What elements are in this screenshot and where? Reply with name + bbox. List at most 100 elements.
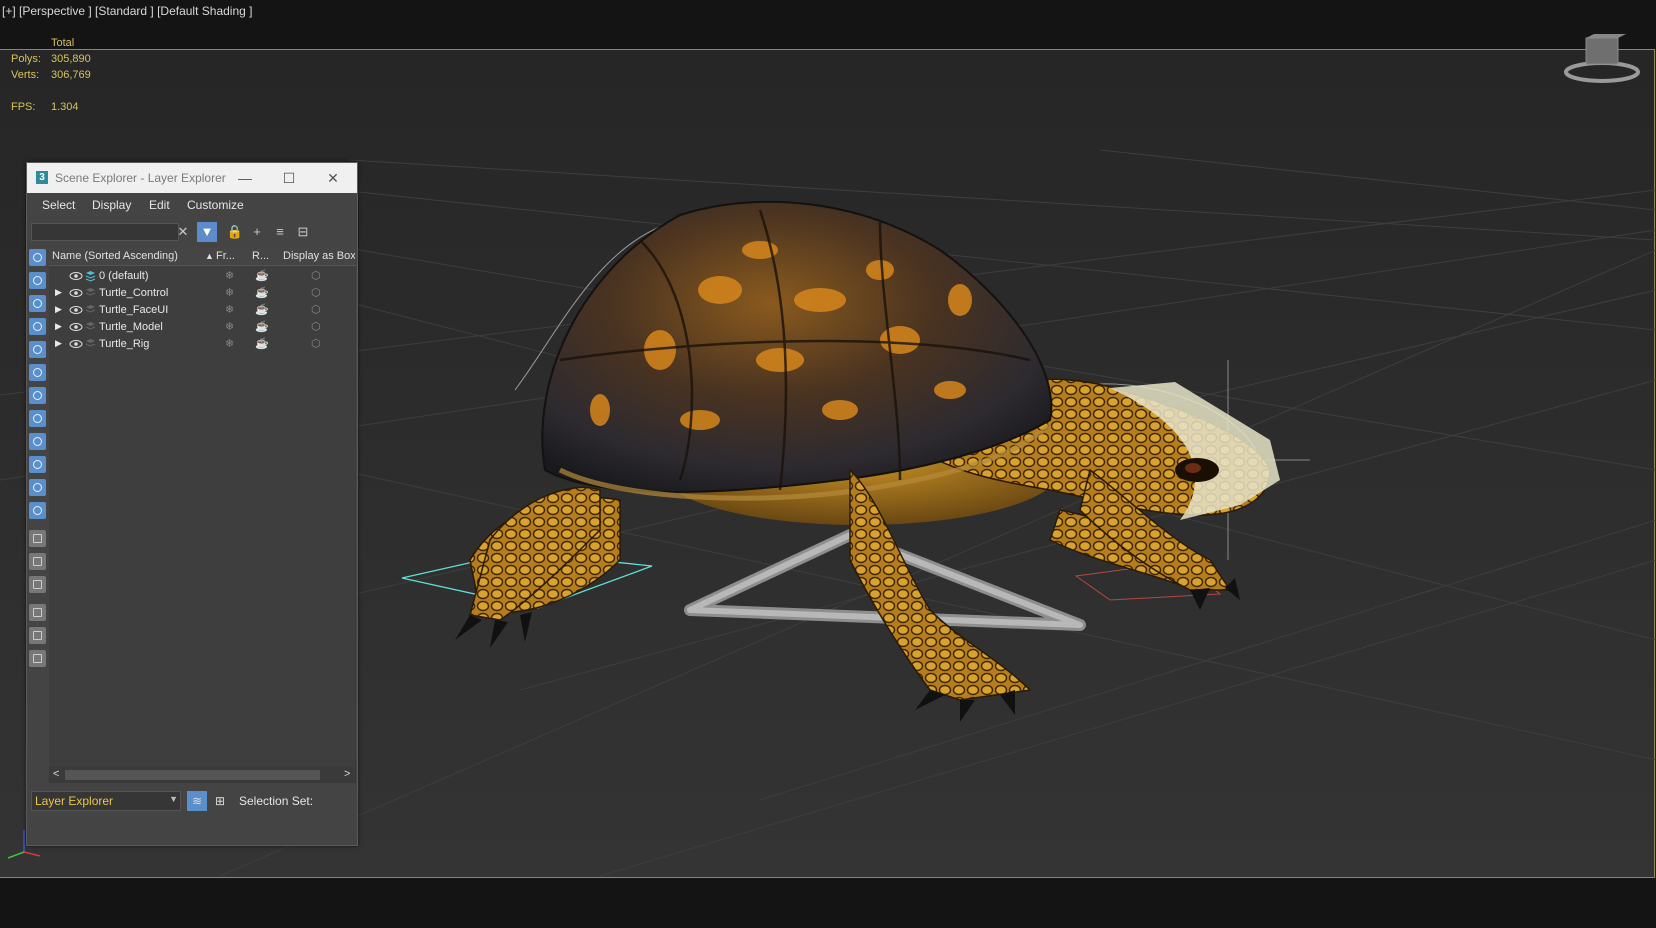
layer-icon (85, 339, 96, 347)
teapot-icon[interactable]: ☕ (255, 269, 269, 282)
snowflake-icon[interactable]: ❄ (225, 269, 234, 282)
eye-icon[interactable] (69, 286, 83, 300)
menu-display[interactable]: Display (92, 198, 131, 212)
scroll-right-icon[interactable]: > (344, 768, 350, 780)
lights-filter-icon[interactable] (29, 295, 46, 312)
layer-row[interactable]: ▶ Turtle_Model ❄ ☕ ⬡ (49, 319, 356, 336)
eye-icon[interactable] (69, 303, 83, 317)
horizontal-scrollbar[interactable]: < > (49, 767, 356, 783)
layer-row[interactable]: 0 (default) ❄ ☕ ⬡ (49, 268, 356, 285)
box-icon[interactable]: ⬡ (311, 320, 321, 333)
menu-customize[interactable]: Customize (187, 198, 244, 212)
display-invert-icon[interactable] (29, 576, 46, 593)
scene-explorer-window[interactable]: 3 Scene Explorer - Layer Explorer — ☐ ✕ … (26, 162, 358, 846)
box-icon[interactable]: ⬡ (311, 269, 321, 282)
groups-filter-icon[interactable] (29, 387, 46, 404)
minimize-button[interactable]: — (223, 163, 267, 193)
box-icon[interactable]: ⬡ (311, 337, 321, 350)
scroll-left-icon[interactable]: < (53, 768, 59, 780)
stats-verts: Verts: 306,769 (11, 69, 91, 81)
lock-icon[interactable]: 🔒 (225, 222, 245, 242)
layer-icon (85, 322, 96, 330)
display-all-icon[interactable] (29, 530, 46, 547)
window-title-bar[interactable]: 3 Scene Explorer - Layer Explorer — ☐ ✕ (27, 163, 357, 193)
scroll-thumb[interactable] (65, 770, 320, 780)
close-button[interactable]: ✕ (311, 163, 355, 193)
snowflake-icon[interactable]: ❄ (225, 320, 234, 333)
box-icon[interactable]: ⬡ (311, 286, 321, 299)
expand-arrow-icon[interactable]: ▶ (55, 304, 62, 315)
hierarchy-mode-icon[interactable]: ⊞ (210, 791, 230, 811)
expand-arrow-icon[interactable]: ▶ (55, 321, 62, 332)
layer-list[interactable]: Name (Sorted Ascending) ▲ Fr... R... Dis… (49, 247, 356, 767)
window-title: Scene Explorer - Layer Explorer (55, 171, 226, 185)
column-name[interactable]: Name (Sorted Ascending) (52, 250, 202, 262)
teapot-icon[interactable]: ☕ (255, 303, 269, 316)
polys-value: 305,890 (51, 53, 91, 65)
explorer-type-dropdown[interactable]: Layer Explorer ▼ (31, 791, 181, 811)
snowflake-icon[interactable]: ❄ (225, 303, 234, 316)
box-icon[interactable]: ⬡ (311, 303, 321, 316)
viewport-label[interactable]: [+] [Perspective ] [Standard ] [Default … (2, 4, 252, 18)
geometry-filter-icon[interactable] (29, 249, 46, 266)
fps-label: FPS: (11, 101, 36, 113)
layer-icon (85, 305, 96, 313)
maximize-button[interactable]: ☐ (267, 163, 311, 193)
layer-name: Turtle_Model (99, 321, 163, 333)
teapot-icon[interactable]: ☕ (255, 337, 269, 350)
add-layer-icon[interactable]: + (247, 222, 267, 242)
explorer-footer: Layer Explorer ▼ ≋ ⊞ Selection Set: (27, 783, 357, 817)
menu-select[interactable]: Select (42, 198, 75, 212)
clear-search-icon[interactable]: ✕ (173, 222, 193, 242)
layers-mode-icon[interactable]: ≋ (187, 791, 207, 811)
verts-label: Verts: (11, 69, 40, 81)
layer-name: Turtle_Rig (99, 338, 150, 350)
column-display-as-box[interactable]: Display as Box (283, 250, 355, 262)
filter-icon[interactable]: ▼ (197, 222, 217, 242)
expand-arrow-icon[interactable]: ▶ (55, 338, 62, 349)
search-input[interactable] (31, 223, 179, 241)
menu-bar: Select Display Edit Customize (27, 193, 357, 217)
filter-sidebar (27, 247, 49, 809)
stats-header: Total (51, 37, 75, 49)
column-render[interactable]: R... (252, 250, 278, 262)
layer-icon (85, 288, 96, 296)
selection-set-icon[interactable] (29, 650, 46, 667)
teapot-icon[interactable]: ☕ (255, 320, 269, 333)
layer-name: Turtle_Control (99, 287, 169, 299)
spacewarps-filter-icon[interactable] (29, 364, 46, 381)
frozen-filter-icon[interactable] (29, 479, 46, 496)
display-none-icon[interactable] (29, 553, 46, 570)
bones-filter-icon[interactable] (29, 433, 46, 450)
hidden-filter-icon[interactable] (29, 502, 46, 519)
layers-icon[interactable]: ≡ (270, 222, 290, 242)
eye-icon[interactable] (69, 337, 83, 351)
eye-icon[interactable] (69, 320, 83, 334)
layer-row[interactable]: ▶ Turtle_FaceUI ❄ ☕ ⬡ (49, 302, 356, 319)
cameras-filter-icon[interactable] (29, 318, 46, 335)
column-freeze[interactable]: Fr... (216, 250, 246, 262)
layer-row[interactable]: ▶ Turtle_Rig ❄ ☕ ⬡ (49, 336, 356, 353)
shapes-filter-icon[interactable] (29, 272, 46, 289)
expand-arrow-icon[interactable]: ▶ (55, 287, 62, 298)
containers-filter-icon[interactable] (29, 456, 46, 473)
verts-value: 306,769 (51, 69, 91, 81)
snowflake-icon[interactable]: ❄ (225, 337, 234, 350)
sort-arrow-icon: ▲ (205, 251, 214, 261)
hierarchy-icon[interactable]: ⊟ (293, 222, 313, 242)
viewcube-icon[interactable] (1563, 34, 1641, 84)
stats-polys: Polys: 305,890 (11, 53, 91, 65)
filter-toggle-icon[interactable] (29, 604, 46, 621)
layer-row[interactable]: ▶ Turtle_Control ❄ ☕ ⬡ (49, 285, 356, 302)
xrefs-filter-icon[interactable] (29, 410, 46, 427)
toolbar: ✕ ▼ 🔒 + ≡ ⊟ (27, 217, 357, 247)
snowflake-icon[interactable]: ❄ (225, 286, 234, 299)
menu-edit[interactable]: Edit (149, 198, 170, 212)
eye-icon[interactable] (69, 269, 83, 283)
teapot-icon[interactable]: ☕ (255, 286, 269, 299)
helpers-filter-icon[interactable] (29, 341, 46, 358)
app-icon: 3 (36, 171, 48, 184)
column-header: Name (Sorted Ascending) ▲ Fr... R... Dis… (49, 247, 356, 266)
filter-by-icon[interactable] (29, 627, 46, 644)
explorer-type-value: Layer Explorer (35, 794, 114, 808)
